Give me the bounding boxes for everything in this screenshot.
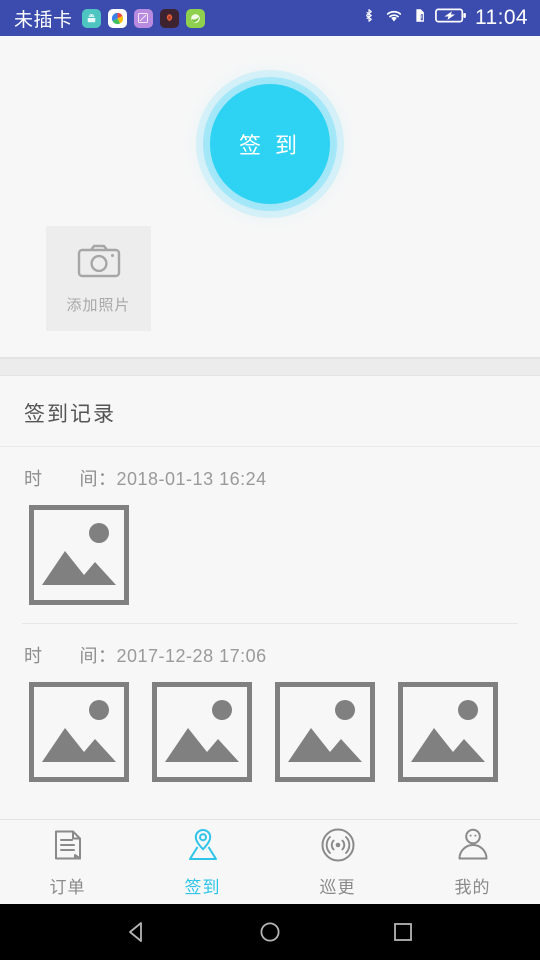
signin-button[interactable]: 签 到 — [210, 84, 330, 204]
battery-charging-icon — [435, 7, 467, 29]
signal-waves-icon — [320, 827, 356, 868]
scroll-content: 签 到 添加照片 签到记录 时 间：2018-01-13 16:24 时 间：2… — [0, 36, 540, 819]
record-item: 时 间：2018-01-13 16:24 — [0, 447, 540, 623]
image-placeholder[interactable] — [28, 504, 130, 606]
phone-screen: 未插卡 11:04 签 到 添加照片 签到记录 时 间：2018-01-13 1… — [0, 0, 540, 960]
record-item: 时 间：2017-12-28 17:06 — [0, 624, 540, 800]
home-button[interactable] — [246, 908, 294, 956]
record-time: 时 间：2017-12-28 17:06 — [0, 642, 540, 682]
firefox-app-icon — [159, 8, 179, 28]
record-thumbs — [0, 681, 540, 800]
record-time-label: 时 间： — [24, 646, 117, 666]
image-placeholder[interactable] — [274, 681, 376, 783]
add-photo-row: 添加照片 — [0, 226, 540, 357]
tab-label: 签到 — [184, 877, 221, 897]
records-title: 签到记录 — [0, 376, 540, 447]
photos-app-icon — [107, 8, 127, 28]
tab-label: 我的 — [454, 877, 491, 897]
android-nav-bar — [0, 904, 540, 960]
record-thumbs — [0, 504, 540, 623]
android-app-icon — [81, 8, 101, 28]
recents-button[interactable] — [379, 908, 427, 956]
sim-card-alert-icon — [412, 6, 427, 30]
records-section: 签到记录 时 间：2018-01-13 16:24 时 间：2017-12-28… — [0, 376, 540, 819]
gallery-app-icon — [133, 8, 153, 28]
signin-button-wrap: 签 到 — [0, 44, 540, 226]
clock-label: 11:04 — [475, 6, 528, 29]
image-placeholder[interactable] — [151, 681, 253, 783]
image-placeholder[interactable] — [397, 681, 499, 783]
status-system-icons: 11:04 — [362, 6, 528, 30]
record-time-value: 2018-01-13 16:24 — [116, 469, 267, 489]
camera-icon — [77, 243, 121, 284]
signin-panel: 签 到 添加照片 — [0, 36, 540, 358]
image-placeholder[interactable] — [28, 681, 130, 783]
weather-app-icon — [185, 8, 205, 28]
tab-label: 巡更 — [319, 877, 356, 897]
carrier-label: 未插卡 — [14, 9, 73, 31]
add-photo-label: 添加照片 — [66, 296, 131, 314]
record-time-label: 时 间： — [24, 469, 117, 489]
record-time: 时 间：2018-01-13 16:24 — [0, 465, 540, 505]
tab-profile[interactable]: 我的 — [405, 820, 540, 904]
status-bar: 未插卡 11:04 — [0, 0, 540, 36]
add-photo-button[interactable]: 添加照片 — [46, 226, 151, 331]
tab-patrol[interactable]: 巡更 — [270, 820, 405, 904]
status-app-icons — [81, 8, 205, 28]
record-time-value: 2017-12-28 17:06 — [116, 646, 267, 666]
bluetooth-icon — [362, 6, 376, 30]
section-gap — [0, 358, 540, 376]
tab-label: 订单 — [49, 877, 86, 897]
back-button[interactable] — [113, 908, 161, 956]
map-pin-icon — [184, 827, 222, 868]
tab-orders[interactable]: 订单 — [0, 820, 135, 904]
clipboard-icon — [51, 827, 85, 868]
tab-signin[interactable]: 签到 — [135, 820, 270, 904]
person-icon — [456, 827, 490, 868]
wifi-icon — [384, 7, 404, 29]
bottom-tab-bar: 订单 签到 巡更 我的 — [0, 819, 540, 904]
